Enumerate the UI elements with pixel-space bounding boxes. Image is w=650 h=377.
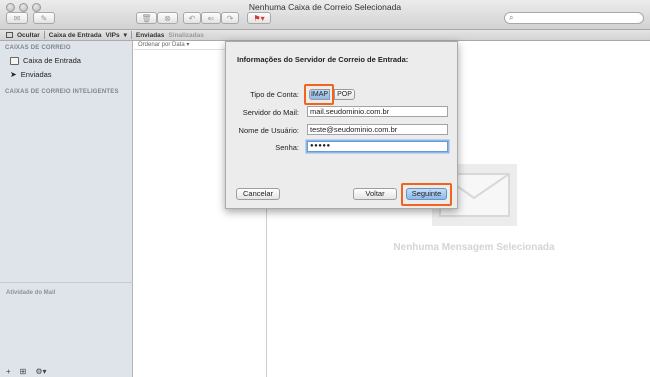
- search-field[interactable]: ⌕: [504, 12, 644, 24]
- reply-all-button[interactable]: ⇐: [201, 12, 221, 24]
- hide-mailboxes-button[interactable]: Ocultar: [17, 32, 40, 39]
- reply-button[interactable]: ↶: [183, 12, 201, 24]
- sidebar-footer: + ⊞ ⚙▾: [6, 367, 47, 376]
- trash-icon: 🗑: [141, 13, 152, 23]
- account-type-label: Tipo de Conta:: [250, 90, 299, 99]
- smart-mailboxes-heading: CAIXAS DE CORREIO INTELIGENTES: [5, 89, 119, 95]
- back-button[interactable]: Voltar: [353, 188, 397, 200]
- sidebar-item-sent[interactable]: ➤ Enviadas: [10, 70, 52, 79]
- incoming-server-dialog: Informações do Servidor de Correio de En…: [225, 41, 458, 209]
- reply-icon: ↶: [188, 13, 196, 23]
- separator: [130, 31, 132, 39]
- divider: [0, 282, 133, 283]
- show-mail-activity-button[interactable]: ⊞: [20, 367, 27, 376]
- fav-vips-button[interactable]: VIPs: [106, 32, 120, 39]
- add-mailbox-button[interactable]: +: [6, 367, 11, 376]
- compose-icon: ✎: [40, 13, 48, 23]
- username-field[interactable]: teste@seudominio.com.br: [307, 124, 448, 135]
- flag-icon: ⚑▾: [253, 13, 265, 23]
- fav-sent-button[interactable]: Enviadas: [136, 32, 165, 39]
- fav-inbox-button[interactable]: Caixa de Entrada: [49, 32, 102, 39]
- sidebar-item-inbox[interactable]: Caixa de Entrada: [10, 56, 81, 65]
- sent-icon: ➤: [10, 70, 17, 79]
- account-type-pop[interactable]: POP: [334, 89, 355, 100]
- fav-flagged-button[interactable]: Sinalizadas: [168, 32, 203, 39]
- forward-button[interactable]: ↷: [221, 12, 239, 24]
- imap-highlight: [304, 84, 334, 105]
- username-label: Nome de Usuário:: [238, 126, 299, 135]
- inbox-icon: [10, 56, 19, 65]
- sidebar-item-label: Enviadas: [20, 70, 52, 79]
- delete-button[interactable]: 🗑: [136, 12, 157, 24]
- separator: [43, 31, 45, 39]
- mail-server-field[interactable]: mail.seudominio.com.br: [307, 106, 448, 117]
- gear-menu-button[interactable]: ⚙▾: [35, 367, 46, 376]
- sidebar-item-label: Caixa de Entrada: [23, 56, 81, 65]
- password-field[interactable]: ●●●●●: [307, 141, 448, 152]
- junk-icon: ⊗: [164, 13, 171, 23]
- next-highlight: [401, 183, 452, 206]
- cancel-button[interactable]: Cancelar: [236, 188, 280, 200]
- mail-server-label: Servidor do Mail:: [242, 108, 299, 117]
- sidebar: CAIXAS DE CORREIO Caixa de Entrada ➤ Env…: [0, 41, 133, 377]
- envelope-icon: ✉: [13, 13, 21, 23]
- window-title: Nenhuma Caixa de Correio Selecionada: [248, 2, 402, 12]
- dialog-title: Informações do Servidor de Correio de En…: [237, 55, 409, 64]
- mail-activity-label: Atividade do Mail: [6, 290, 56, 296]
- search-icon: ⌕: [509, 13, 514, 22]
- no-message-label: Nenhuma Mensagem Selecionada: [393, 242, 555, 253]
- flag-button[interactable]: ⚑▾: [247, 12, 271, 24]
- reply-all-icon: ⇐: [207, 13, 215, 23]
- hide-icon: [6, 32, 13, 38]
- chevron-down-icon: ▾: [123, 32, 127, 39]
- get-mail-button[interactable]: ✉: [6, 12, 28, 24]
- password-label: Senha:: [275, 143, 299, 152]
- mailboxes-heading: CAIXAS DE CORREIO: [5, 45, 71, 51]
- compose-button[interactable]: ✎: [33, 12, 55, 24]
- favorites-bar: Ocultar Caixa de Entrada VIPs ▾ Enviadas…: [0, 30, 650, 41]
- forward-icon: ↷: [226, 13, 234, 23]
- title-bar: Nenhuma Caixa de Correio Selecionada ✉ ✎…: [0, 0, 650, 30]
- junk-button[interactable]: ⊗: [157, 12, 178, 24]
